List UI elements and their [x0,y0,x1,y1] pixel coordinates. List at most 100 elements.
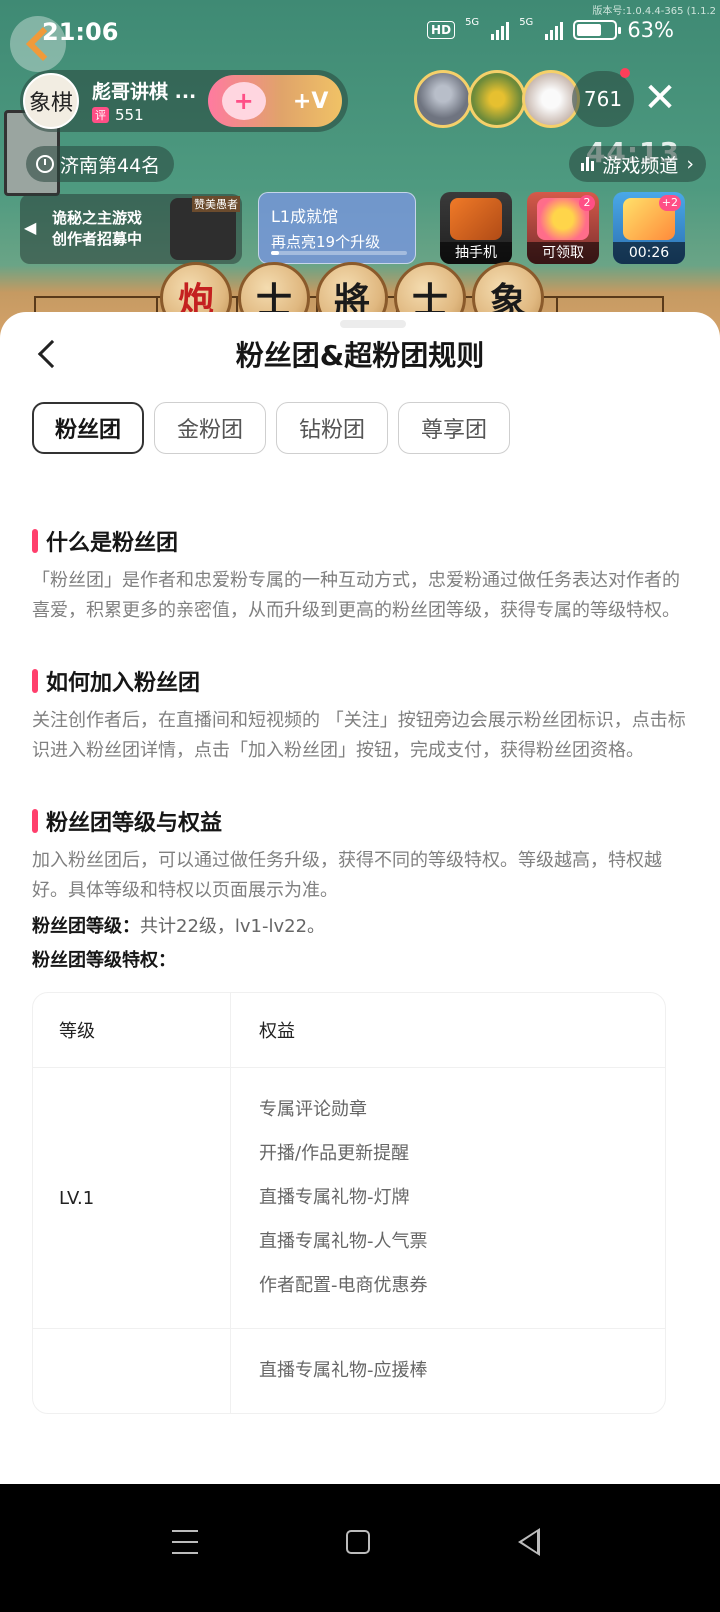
rank-pill[interactable]: 济南第44名 [26,146,175,182]
section-heading: 如何加入粉丝团 [32,666,688,696]
fan-club-button[interactable]: + +V [208,75,342,127]
achievement-subtitle: 再点亮19个升级 [271,233,381,251]
section-accent [32,669,38,693]
signal-icon [491,20,510,40]
rank-text: 济南第44名 [60,154,161,177]
promo-tag: 赞美愚者 [192,196,240,212]
viewer-avatar[interactable] [468,70,526,128]
chevron-right-icon: › [686,153,694,175]
host-card[interactable]: 象棋 彪哥讲棋 ... 评 551 + +V [20,70,348,132]
benefit-item: 直播专属礼物-应援棒 [259,1360,428,1381]
promo-banner[interactable]: ◀ 诡秘之主游戏 创作者招募中 赞美愚者 [20,194,242,264]
status-bar: 21:06 版本号:1.0.4.4-365 (1.1.2 HD 5G 5G 63… [0,0,720,64]
benefit-item: 直播专属礼物-人气票 [259,1231,428,1252]
live-stream-background: 21:06 版本号:1.0.4.4-365 (1.1.2 HD 5G 5G 63… [0,0,720,340]
host-stat: 评 551 [92,106,144,124]
system-nav-bar [0,1484,720,1612]
promo-text: 诡秘之主游戏 创作者招募中 [52,208,142,250]
level-count: 粉丝团等级：共计22级，lv1-lv22。 [32,914,688,940]
battery-percent: 63% [627,18,674,42]
signal-icon-2 [545,20,564,40]
section-body: 「粉丝团」是作者和忠爱粉专属的一种互动方式，忠爱粉通过做任务表达对作者的喜爱，积… [32,570,680,621]
section-body: 关注创作者后，在直播间和短视频的 「关注」按钮旁边会展示粉丝团标识，点击标识进入… [32,710,686,761]
benefit-item: 开播/作品更新提醒 [259,1143,410,1164]
activity-badge: +2 [658,195,681,211]
rules-content: 什么是粉丝团 「粉丝团」是作者和忠爱粉专属的一种互动方式，忠爱粉通过做任务表达对… [32,526,688,1414]
level-privilege-heading: 粉丝团等级特权： [32,948,688,974]
status-icons: HD 5G 5G 63% [427,16,674,42]
follow-v-label: +V [292,88,329,114]
promo-line-1: 诡秘之主游戏 [52,209,143,227]
battery-icon [573,20,622,40]
activity-label: 可领取 [527,242,599,264]
benefit-item: 作者配置-电商优惠券 [259,1275,428,1296]
close-icon[interactable]: ✕ [640,72,680,124]
section-accent [32,809,38,833]
section-accent [32,529,38,553]
game-channel-label: 游戏频道 [602,154,679,177]
benefit-item: 直播专属礼物-灯牌 [259,1187,410,1208]
table-header-row: 等级 权益 [33,993,665,1068]
tab-fan-club[interactable]: 粉丝团 [32,402,144,454]
host-name: 彪哥讲棋 ... [92,81,197,103]
viewer-count[interactable]: 761 [572,71,634,127]
activity-label: 抽手机 [440,242,512,264]
game-channel-button[interactable]: 游戏频道 › [569,146,706,182]
tab-diamond-fan-club[interactable]: 钻粉团 [276,402,388,454]
achievement-progress [271,251,407,255]
table-cell-level [33,1329,231,1413]
activity-draw-phone[interactable]: 抽手机 [440,192,512,264]
section-heading: 什么是粉丝团 [32,526,688,556]
network-label-1: 5G [465,16,480,28]
tab-premium-fan-club[interactable]: 尊享团 [398,402,510,454]
sheet-title: 粉丝团&超粉团规则 [235,339,485,372]
back-triangle-icon[interactable] [518,1528,540,1556]
table-header-level: 等级 [33,993,231,1067]
achievement-progress-fill [271,251,280,255]
network-label-2: 5G [519,16,534,28]
section-title: 什么是粉丝团 [46,531,179,556]
section-title: 如何加入粉丝团 [46,671,201,696]
table-row: 直播专属礼物-应援棒 [33,1329,665,1413]
phone-icon [450,198,502,240]
tab-bar: 粉丝团 金粉团 钻粉团 尊享团 [32,402,510,454]
clock-icon [36,155,54,173]
level-privilege-label: 粉丝团等级特权： [32,950,176,971]
viewer-avatar[interactable] [414,70,472,128]
home-icon[interactable] [346,1530,370,1554]
table-header-benefits: 权益 [259,1021,295,1042]
table-cell-benefits: 专属评论勋章 开播/作品更新提醒 直播专属礼物-灯牌 直播专属礼物-人气票 作者… [231,1068,665,1328]
heart-icon: + [221,82,266,120]
activity-label: 00:26 [613,242,685,264]
level-benefits-table: 等级 权益 LV.1 专属评论勋章 开播/作品更新提醒 直播专属礼物-灯牌 直播… [32,992,666,1414]
version-text: 版本号:1.0.4.4-365 (1.1.2 [592,6,716,17]
activity-badge: 2 [579,195,595,211]
tab-gold-fan-club[interactable]: 金粉团 [154,402,266,454]
hd-icon: HD [427,21,456,39]
section-body: 加入粉丝团后，可以通过做任务升级，获得不同的等级特权。等级越高，特权越好。具体等… [32,850,662,901]
activity-claim[interactable]: 2 可领取 [527,192,599,264]
level-count-value: 共计22级，lv1-lv22。 [140,916,326,937]
achievement-title: L1成就馆 [271,207,339,226]
bars-icon [581,157,595,171]
chevron-left-icon: ◀ [24,218,37,237]
menu-icon[interactable] [172,1530,198,1554]
table-row: LV.1 专属评论勋章 开播/作品更新提醒 直播专属礼物-灯牌 直播专属礼物-人… [33,1068,665,1329]
rules-sheet: 粉丝团&超粉团规则 粉丝团 金粉团 钻粉团 尊享团 什么是粉丝团 「粉丝团」是作… [0,312,720,1484]
benefit-item: 专属评论勋章 [259,1099,367,1120]
section-heading: 粉丝团等级与权益 [32,806,688,836]
table-cell-level: LV.1 [33,1068,231,1328]
level-count-label: 粉丝团等级： [32,916,140,937]
sheet-handle[interactable] [340,320,406,328]
host-stat-value: 551 [115,106,144,124]
host-avatar[interactable]: 象棋 [23,73,79,129]
notification-dot [620,68,630,78]
host-stat-tag: 评 [92,107,109,123]
floating-back-icon[interactable] [10,16,66,72]
table-cell-benefits: 直播专属礼物-应援棒 [231,1329,665,1413]
promo-line-2: 创作者招募中 [52,230,143,248]
viewer-avatars[interactable] [414,70,580,128]
section-title: 粉丝团等级与权益 [46,811,223,836]
activity-timer[interactable]: +2 00:26 [613,192,685,264]
achievement-card[interactable]: L1成就馆 再点亮19个升级 [258,192,416,264]
